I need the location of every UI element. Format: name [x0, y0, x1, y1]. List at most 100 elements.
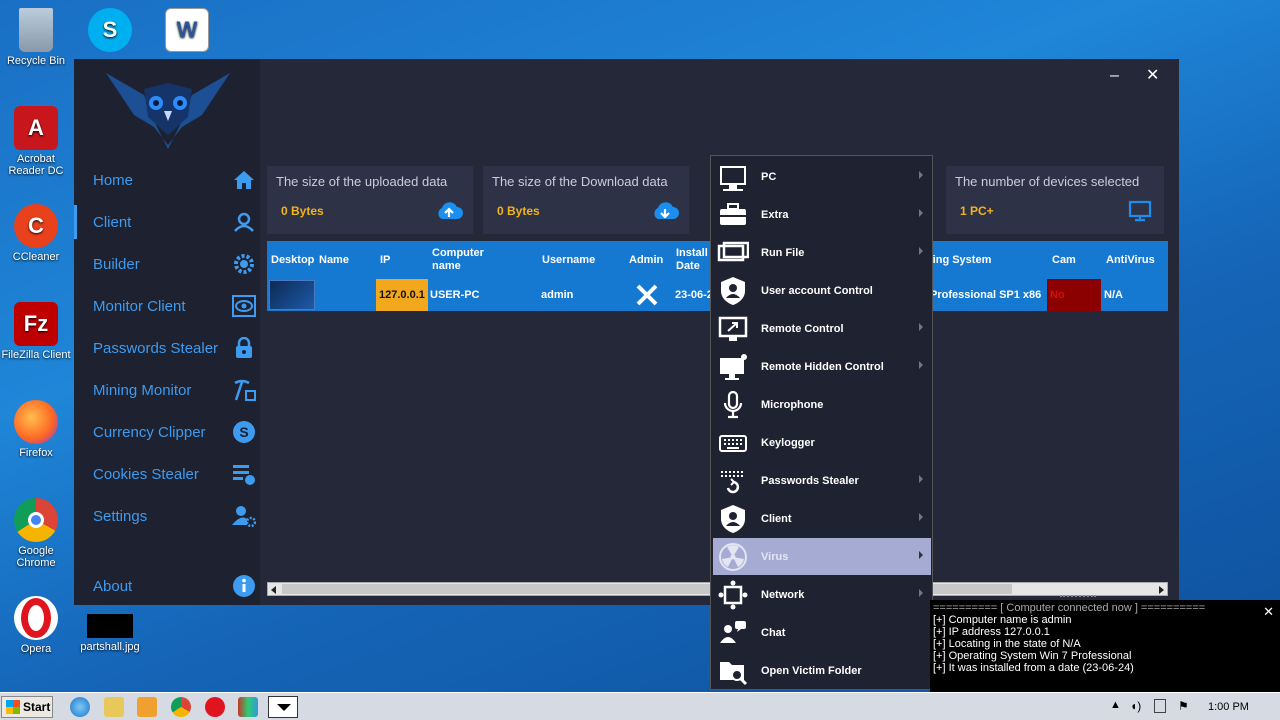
tray-overflow-icon[interactable]: ▲ — [1110, 699, 1121, 711]
menu-item-run-file[interactable]: Run File — [713, 234, 931, 271]
column-header[interactable]: IP — [380, 241, 390, 279]
desktop-icon-label: Acrobat Reader DC — [8, 153, 64, 177]
notification-close-icon[interactable]: ✕ — [1263, 604, 1274, 620]
chrome-icon — [14, 498, 58, 542]
menu-item-label: Remote Control — [761, 322, 844, 335]
menu-item-label: Network — [761, 588, 805, 601]
column-header[interactable]: Cam — [1052, 241, 1076, 279]
desktop-icon-partshall[interactable]: partshall.jpg — [74, 614, 146, 653]
desktop-icon-ccleaner[interactable]: C CCleaner — [0, 204, 72, 263]
sidebar-item-label: Builder — [93, 255, 140, 273]
opera-icon — [14, 596, 58, 640]
menu-item-pc[interactable]: PC — [713, 158, 931, 195]
menu-item-label: User account Control — [761, 284, 873, 297]
action-center-flag-icon[interactable]: ⚑ — [1178, 699, 1189, 713]
chrome-taskbar-icon[interactable] — [171, 697, 191, 717]
clock[interactable]: 1:00 PM — [1208, 701, 1249, 713]
toolbox-icon — [720, 203, 746, 225]
sidebar-item-client[interactable]: Client — [74, 201, 260, 243]
menu-item-user-account-control[interactable]: User account Control — [713, 272, 931, 309]
app-taskbar-icon[interactable] — [238, 697, 258, 717]
menu-item-client[interactable]: Client — [713, 500, 931, 537]
sidebar-item-settings[interactable]: Settings — [74, 495, 260, 537]
menu-item-passwords-stealer[interactable]: Passwords Stealer — [713, 462, 931, 499]
desktop-icon-skype[interactable]: S — [74, 8, 146, 55]
remote-desktop-icon — [718, 316, 748, 341]
notification-drag-handle[interactable] — [1060, 595, 1096, 599]
user-settings-icon — [232, 504, 256, 528]
taskbar: Start ▲ ◖) ⚑ 1:00 PM — [0, 692, 1280, 720]
file-explorer-icon[interactable] — [104, 697, 124, 717]
menu-item-label: Remote Hidden Control — [761, 360, 884, 373]
stat-value: 0 Bytes — [497, 204, 540, 218]
sidebar-item-builder[interactable]: Builder — [74, 243, 260, 285]
menu-item-remote-control[interactable]: Remote Control — [713, 310, 931, 347]
sidebar-item-label: About — [93, 577, 133, 595]
menu-item-open-victim-folder[interactable]: Open Victim Folder — [713, 652, 931, 689]
desktop-icon-chrome[interactable]: Google Chrome — [0, 498, 72, 569]
desktop-icon-label: FileZilla Client — [1, 349, 71, 361]
desktop-icon-acrobat[interactable]: A Acrobat Reader DC — [0, 106, 72, 177]
column-header[interactable]: Install Date — [676, 241, 712, 279]
active-window-taskbar-button[interactable] — [268, 696, 298, 718]
desktop-icon-filezilla[interactable]: Fz FileZilla Client — [0, 302, 72, 361]
menu-item-label: Passwords Stealer — [761, 474, 859, 487]
submenu-arrow-icon — [919, 589, 923, 597]
recycle-bin-icon — [19, 8, 53, 52]
cloud-download-icon — [654, 202, 679, 219]
column-header[interactable]: Desktop — [271, 241, 315, 279]
menu-item-virus[interactable]: Virus — [713, 538, 931, 575]
notification-line: [+] It was installed from a date (23-06-… — [933, 662, 1134, 674]
pickaxe-icon — [232, 378, 256, 402]
submenu-arrow-icon — [919, 513, 923, 521]
home-icon — [232, 168, 256, 192]
column-header[interactable]: Computer name — [432, 241, 512, 279]
sidebar-item-mining-monitor[interactable]: Mining Monitor — [74, 369, 260, 411]
app-window: Home Client Builder Monitor Client Passw… — [74, 59, 1179, 605]
stat-value: 1 PC+ — [960, 204, 994, 218]
menu-item-keylogger[interactable]: Keylogger — [713, 424, 931, 461]
sidebar-item-passwords-stealer[interactable]: Passwords Stealer — [74, 327, 260, 369]
media-player-icon[interactable] — [137, 697, 157, 717]
desktop-icon-label: Opera — [20, 643, 52, 655]
cell-install-date: 23-06-2 — [675, 289, 711, 301]
desktop-icon-label: Recycle Bin — [6, 55, 66, 67]
sidebar-item-about[interactable]: About — [74, 565, 260, 607]
column-header[interactable]: ting System — [929, 241, 991, 279]
network-tray-icon[interactable] — [1154, 699, 1166, 713]
volume-icon[interactable]: ◖) — [1130, 699, 1141, 713]
gear-icon — [232, 252, 256, 276]
minimize-button[interactable]: – — [1110, 67, 1119, 85]
sidebar-item-cookies-stealer[interactable]: Cookies Stealer — [74, 453, 260, 495]
chat-users-icon — [720, 621, 746, 643]
column-header[interactable]: Username — [542, 241, 595, 279]
column-header[interactable]: AntiVirus — [1106, 241, 1155, 279]
notification-line: [+] IP address 127.0.0.1 — [933, 626, 1050, 638]
start-button[interactable]: Start — [1, 696, 53, 718]
close-button[interactable]: ✕ — [1146, 65, 1159, 85]
menu-item-microphone[interactable]: Microphone — [713, 386, 931, 423]
menu-item-remote-hidden-control[interactable]: Remote Hidden Control — [713, 348, 931, 385]
sidebar-item-home[interactable]: Home — [74, 159, 260, 201]
column-header[interactable]: Name — [319, 241, 349, 279]
stat-card-download: The size of the Download data 0 Bytes — [483, 166, 689, 234]
desktop-icon-opera[interactable]: Opera — [0, 596, 72, 655]
radiation-icon — [719, 543, 747, 571]
internet-explorer-icon[interactable] — [70, 697, 90, 717]
desktop-icon-word-doc[interactable]: W — [151, 8, 223, 55]
opera-taskbar-icon[interactable] — [205, 697, 225, 717]
acrobat-icon: A — [14, 106, 58, 150]
context-menu: PC Extra Run File User account Control R… — [710, 155, 933, 690]
skype-icon: S — [88, 8, 132, 52]
menu-item-chat[interactable]: Chat — [713, 614, 931, 651]
desktop-icon-firefox[interactable]: Firefox — [0, 400, 72, 459]
menu-item-extra[interactable]: Extra — [713, 196, 931, 233]
desktop-icon-recycle-bin[interactable]: Recycle Bin — [0, 8, 72, 67]
scroll-right-arrow-icon[interactable] — [1159, 586, 1164, 594]
shield-user-icon — [721, 505, 745, 533]
sidebar-item-currency-clipper[interactable]: Currency Clipper S — [74, 411, 260, 453]
column-header[interactable]: Admin — [629, 241, 663, 279]
menu-item-network[interactable]: Network — [713, 576, 931, 613]
sidebar-item-monitor-client[interactable]: Monitor Client — [74, 285, 260, 327]
scroll-left-arrow-icon[interactable] — [271, 586, 276, 594]
